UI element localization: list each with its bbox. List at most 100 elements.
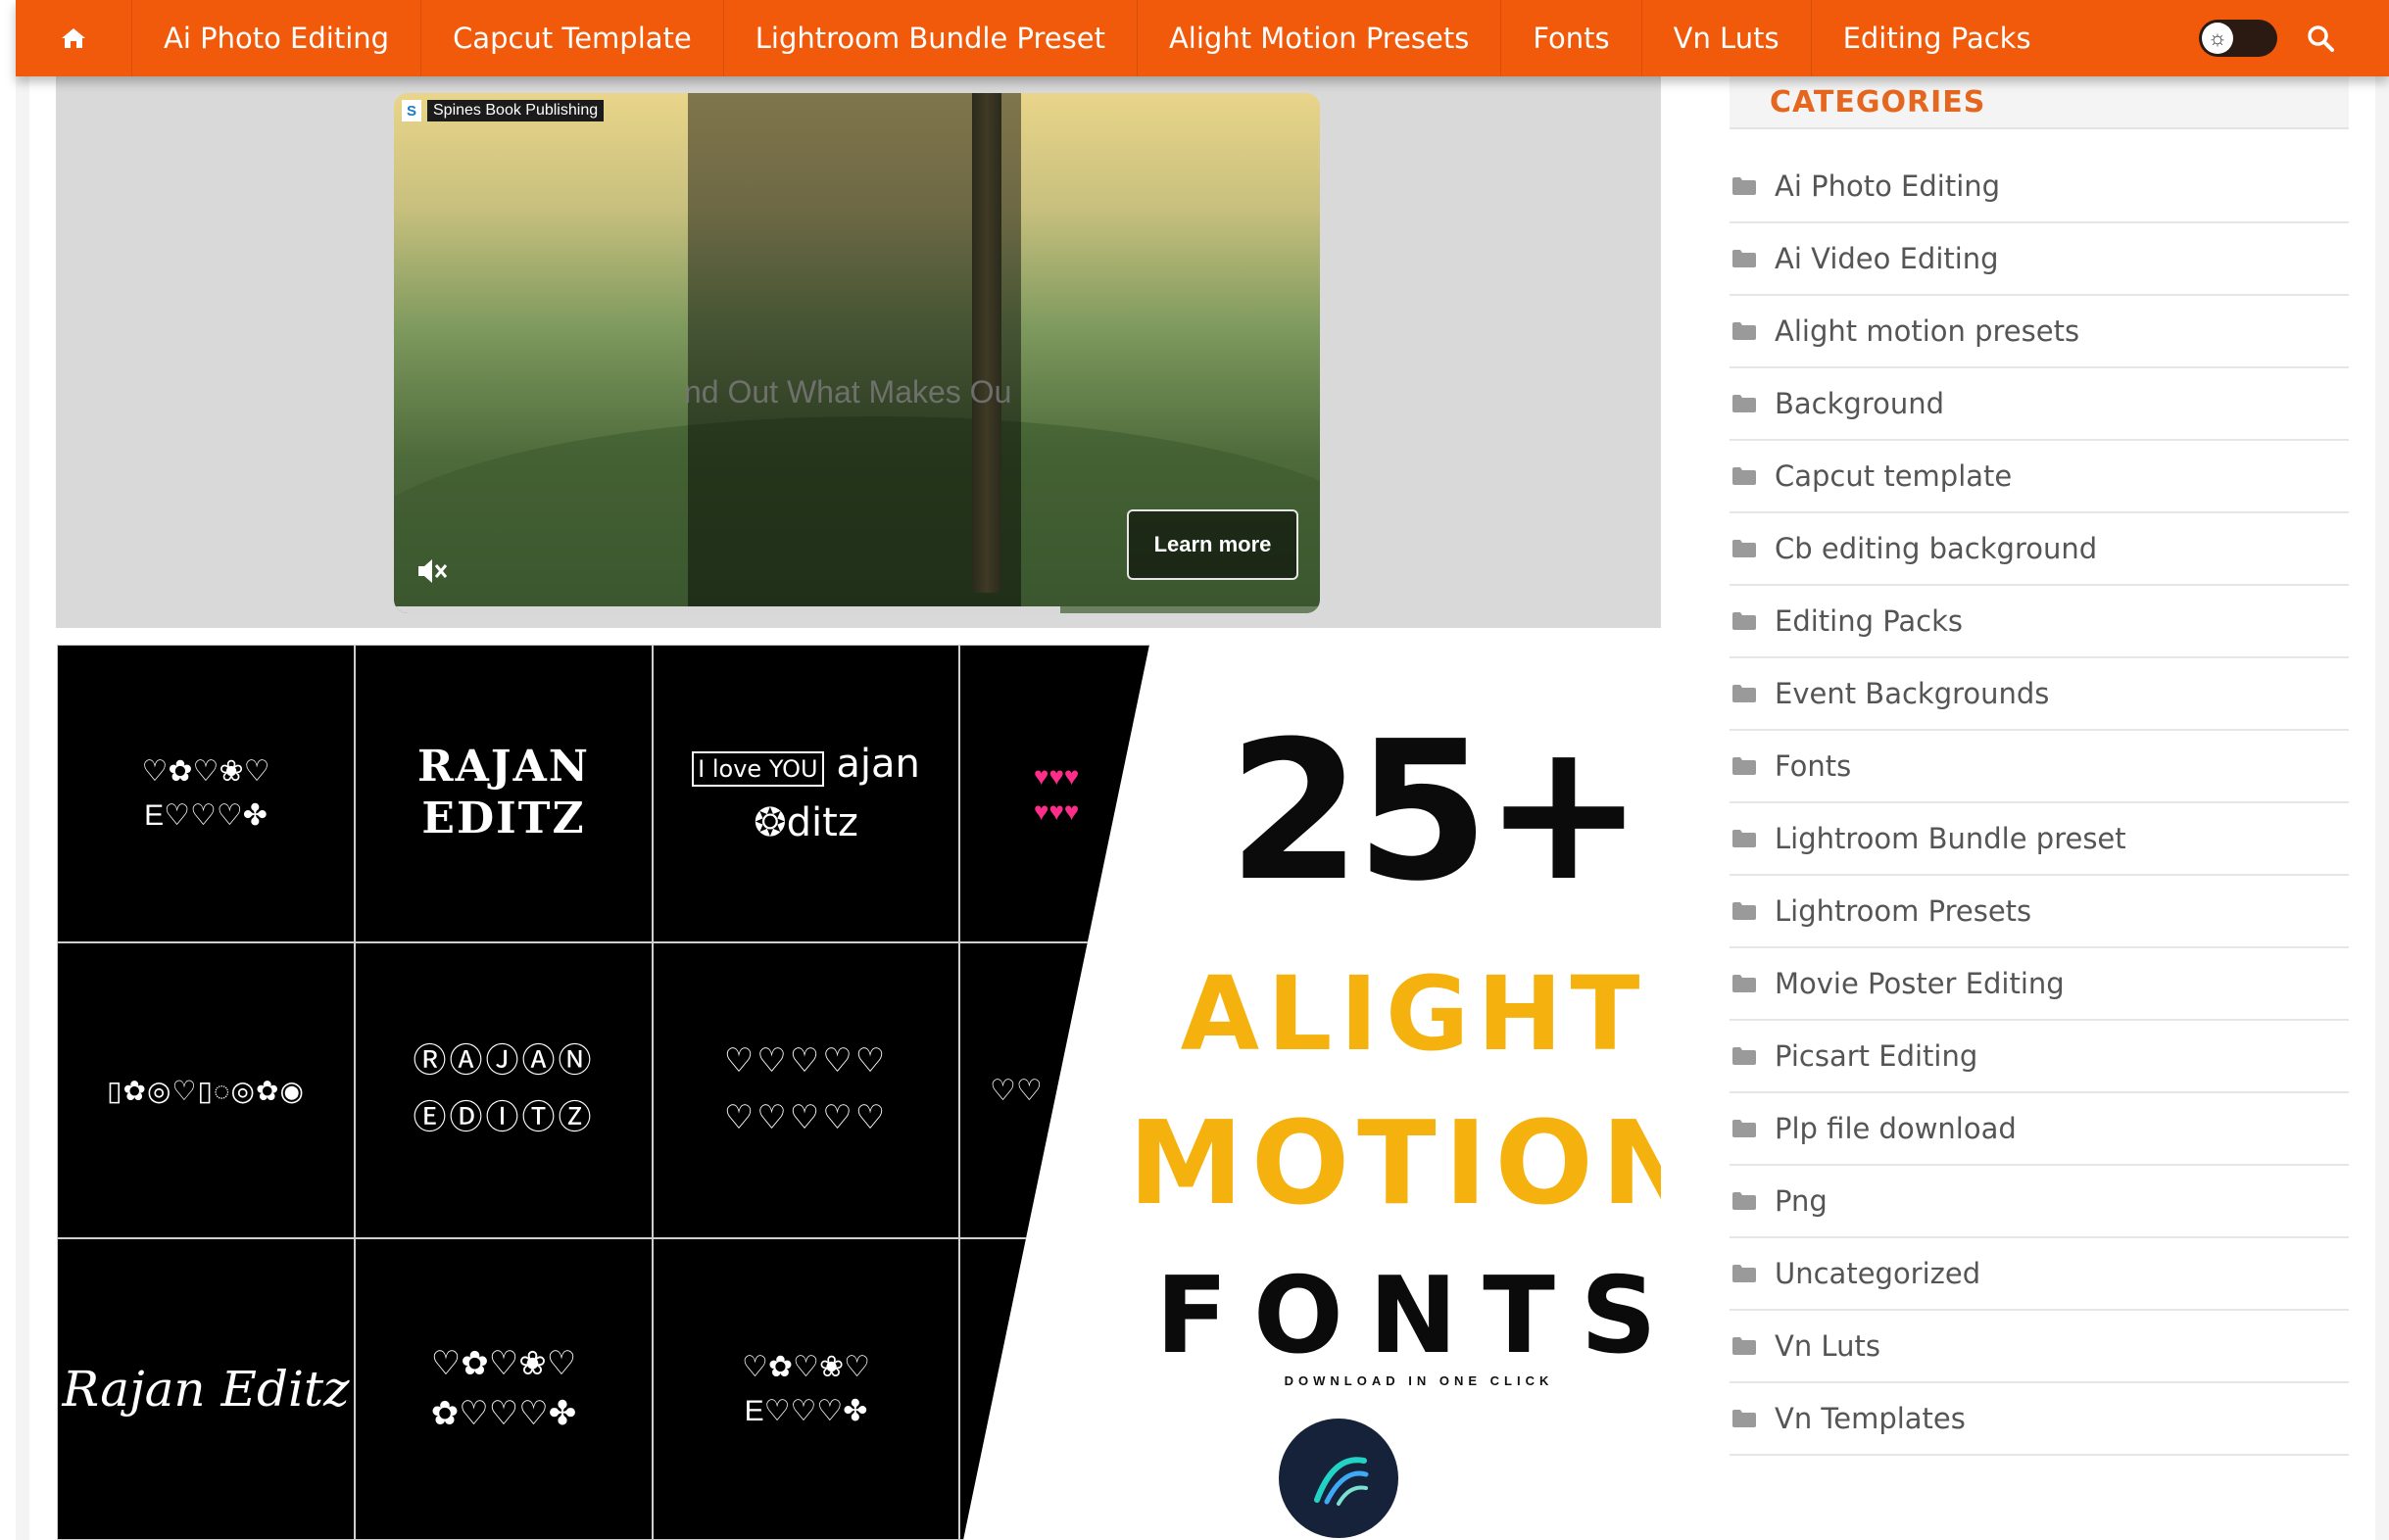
folder-icon: [1731, 1191, 1757, 1211]
font-sample-cell: RAJANEDITZ: [355, 645, 653, 942]
category-label: Png: [1775, 1184, 1828, 1218]
featured-image[interactable]: ♡✿♡❀♡E♡♡♡✤ RAJANEDITZ I love YOU ajan❂di…: [57, 645, 1661, 1540]
folder-icon: [1731, 611, 1757, 631]
category-label: Capcut template: [1775, 459, 2012, 493]
advertiser-logo-icon: S: [402, 100, 421, 121]
video-ad: S Spines Book Publishing nd Out What Mak…: [56, 76, 1661, 628]
category-item[interactable]: Lightroom Bundle preset: [1730, 803, 2349, 876]
sidebar: CATEGORIES Ai Photo Editing Ai Video Edit…: [1730, 76, 2349, 1456]
font-sample-cell: Rajan Editz: [57, 1238, 355, 1540]
category-item[interactable]: Lightroom Presets: [1730, 876, 2349, 948]
sun-icon: ☼: [2202, 23, 2233, 54]
category-item[interactable]: Event Backgrounds: [1730, 658, 2349, 731]
category-label: Picsart Editing: [1775, 1039, 1977, 1073]
font-sample-text: ajan: [836, 742, 920, 787]
folder-icon: [1731, 829, 1757, 848]
nav-item-capcut-template[interactable]: Capcut Template: [421, 0, 724, 76]
advertiser-name: Spines Book Publishing: [427, 100, 604, 121]
folder-icon: [1731, 394, 1757, 413]
ad-video-player[interactable]: S Spines Book Publishing nd Out What Mak…: [394, 93, 1320, 613]
category-label: Ai Video Editing: [1775, 242, 1999, 275]
category-item[interactable]: Cb editing background: [1730, 513, 2349, 586]
folder-icon: [1731, 901, 1757, 921]
home-icon: [61, 26, 86, 50]
category-label: Editing Packs: [1775, 604, 1963, 638]
category-label: Movie Poster Editing: [1775, 967, 2065, 1000]
home-button[interactable]: [16, 0, 132, 76]
category-item[interactable]: Uncategorized: [1730, 1238, 2349, 1311]
folder-icon: [1731, 466, 1757, 486]
category-label: Vn Luts: [1775, 1329, 1880, 1363]
category-item[interactable]: Ai Video Editing: [1730, 223, 2349, 296]
folder-icon: [1731, 974, 1757, 993]
category-item[interactable]: Capcut template: [1730, 441, 2349, 513]
category-item[interactable]: Background: [1730, 368, 2349, 441]
theme-toggle[interactable]: ☼: [2199, 20, 2277, 57]
category-label: Alight motion presets: [1775, 314, 2079, 348]
font-sample-cell: ▯✿◎♡▯◌◎✿◉: [57, 942, 355, 1238]
category-item[interactable]: Editing Packs: [1730, 586, 2349, 658]
category-item[interactable]: Movie Poster Editing: [1730, 948, 2349, 1021]
category-label: Fonts: [1775, 749, 1851, 783]
font-sample-cell: ♡✿♡❀♡✿♡♡♡✤: [355, 1238, 653, 1540]
category-item[interactable]: Plp file download: [1730, 1093, 2349, 1166]
font-sample-cell: ♡♡♡♡♡♡♡♡♡♡: [653, 942, 959, 1238]
category-item[interactable]: Ai Photo Editing: [1730, 151, 2349, 223]
nav-item-vn-luts[interactable]: Vn Luts: [1642, 0, 1812, 76]
folder-icon: [1731, 1336, 1757, 1356]
folder-icon: [1731, 1046, 1757, 1066]
category-label: Vn Templates: [1775, 1402, 1966, 1435]
search-button[interactable]: [2307, 0, 2367, 76]
learn-more-button[interactable]: Learn more: [1127, 509, 1298, 580]
category-item[interactable]: Picsart Editing: [1730, 1021, 2349, 1093]
nav-item-alight-motion-presets[interactable]: Alight Motion Presets: [1138, 0, 1501, 76]
category-label: Lightroom Presets: [1775, 894, 2031, 928]
font-sample-grid: ♡✿♡❀♡E♡♡♡✤ RAJANEDITZ I love YOU ajan❂di…: [57, 645, 1243, 1540]
category-item[interactable]: Fonts: [1730, 731, 2349, 803]
category-item[interactable]: Vn Luts: [1730, 1311, 2349, 1383]
nav-item-editing-packs[interactable]: Editing Packs: [1812, 0, 2063, 76]
main-navigation: Ai Photo Editing Capcut Template Lightro…: [16, 0, 2389, 76]
category-label: Ai Photo Editing: [1775, 169, 2000, 203]
mute-icon[interactable]: [414, 553, 449, 589]
category-label: Lightroom Bundle preset: [1775, 822, 2126, 855]
nav-item-ai-photo-editing[interactable]: Ai Photo Editing: [132, 0, 421, 76]
font-sample-cell: ♥♥♥♥♥♥: [959, 645, 1273, 942]
category-item[interactable]: Png: [1730, 1166, 2349, 1238]
font-sample-text: ditz: [787, 800, 858, 845]
nav-item-lightroom-bundle-preset[interactable]: Lightroom Bundle Preset: [724, 0, 1138, 76]
folder-icon: [1731, 539, 1757, 558]
ad-advertiser[interactable]: S Spines Book Publishing: [402, 100, 604, 121]
category-list: Ai Photo Editing Ai Video Editing Alight m…: [1730, 151, 2349, 1456]
feature-subtext: DOWNLOAD IN ONE CLICK: [1213, 1373, 1625, 1388]
feature-title-line1: ALIGHT: [1140, 963, 1661, 1065]
feature-count: 25+: [1228, 716, 1638, 908]
folder-icon: [1731, 1119, 1757, 1138]
font-sample-text: Rajan Editz: [63, 1361, 350, 1418]
folder-icon: [1731, 756, 1757, 776]
ad-caption: nd Out What Makes Ou: [684, 374, 1011, 410]
alight-motion-logo-icon: [1279, 1419, 1398, 1538]
category-label: Event Backgrounds: [1775, 677, 2049, 710]
category-label: Background: [1775, 387, 1944, 420]
category-item[interactable]: Vn Templates: [1730, 1383, 2349, 1456]
categories-heading: CATEGORIES: [1730, 76, 2349, 129]
folder-icon: [1731, 249, 1757, 268]
font-sample-cell: I love YOU ajan❂ditz: [653, 645, 959, 942]
feature-title-line3: FONTS: [1130, 1264, 1661, 1370]
folder-icon: [1731, 321, 1757, 341]
folder-icon: [1731, 1264, 1757, 1283]
folder-icon: [1731, 1409, 1757, 1428]
category-label: Cb editing background: [1775, 532, 2097, 565]
nav-item-fonts[interactable]: Fonts: [1501, 0, 1641, 76]
font-sample-cell: ⓇⒶⒿⒶⓃⒺⒹⒾⓉⓏ: [355, 942, 653, 1238]
font-sample-cell: ♡✿♡❀♡E♡♡♡✤: [653, 1238, 959, 1540]
folder-icon: [1731, 176, 1757, 196]
ad-progress-bar: [394, 606, 1320, 613]
feature-title-line2: MOTION: [1094, 1105, 1661, 1221]
category-label: Uncategorized: [1775, 1257, 1980, 1290]
font-sample-cell: ♡✿♡❀♡E♡♡♡✤: [57, 645, 355, 942]
category-label: Plp file download: [1775, 1112, 2017, 1145]
category-item[interactable]: Alight motion presets: [1730, 296, 2349, 368]
search-icon: [2307, 24, 2334, 52]
